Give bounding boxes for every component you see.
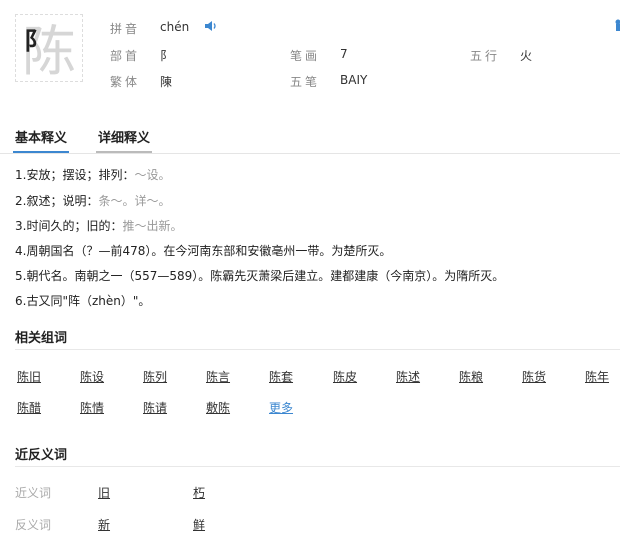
related-word-link[interactable]: 陈设 [80,368,104,385]
synonym-word-link[interactable]: 朽 [193,484,205,501]
related-words-title: 相关组词 [15,331,68,346]
related-word-link[interactable]: 陈醋 [17,399,41,416]
definition-item: 6.古又同"阵（zhèn）"。 [15,292,150,309]
definition-item: 1.安放；摆设；排列：～设。 [15,166,170,183]
pinyin-label: 拼音 [110,22,141,36]
related-word-link[interactable]: 陈请 [143,399,167,416]
tab-detailed-definition[interactable]: 详细释义 [96,127,153,153]
tab-basic-definition[interactable]: 基本释义 [13,127,70,153]
related-word-link[interactable]: 陈年 [585,368,609,385]
antonym-label: 反义词 [15,518,52,532]
more-words-link[interactable]: 更多 [269,399,293,416]
radical-value: 阝 [160,49,173,63]
synonym-label: 近义词 [15,486,52,500]
wuxing-value: 火 [520,49,533,63]
definition-example: 推～出新。 [122,219,183,233]
definition-tabs: 基本释义 详细释义 [0,127,620,154]
radical-label: 部首 [110,49,141,63]
definition-item: 5.朝代名。南朝之一（557—589）。陈霸先灭萧梁后建立。建都建康（今南京）。… [15,267,504,284]
speaker-icon[interactable] [205,21,217,31]
related-word-link[interactable]: 陈旧 [17,368,41,385]
related-word-link[interactable]: 陈述 [396,368,420,385]
definition-text: 2.叙述；说明： [15,194,99,208]
related-word-link[interactable]: 陈情 [80,399,104,416]
wubi-value: BAIY [340,73,368,87]
wuxing-label: 五行 [470,49,501,63]
related-word-link[interactable]: 陈列 [143,368,167,385]
related-word-link[interactable]: 敷陈 [206,399,230,416]
related-word-link[interactable]: 陈货 [522,368,546,385]
definition-item: 4.周朝国名（？—前478）。在今河南东部和安徽亳州一带。为楚所灭。 [15,242,391,259]
related-word-link[interactable]: 陈粮 [459,368,483,385]
definition-text: 1.安放；摆设；排列： [15,168,135,182]
definition-item: 3.时间久的；旧的：推～出新。 [15,217,182,234]
definition-example: ～设。 [134,168,171,182]
definition-text: 4.周朝国名（？—前478）。在今河南东部和安徽亳州一带。为楚所灭。 [15,244,392,258]
definition-text: 6.古又同"阵（zhèn）"。 [15,294,151,308]
related-word-link[interactable]: 陈皮 [333,368,357,385]
divider [15,349,620,350]
character-display: 陈 阝 [15,14,83,82]
radical-mark: 阝 [24,26,48,55]
antonym-word-link[interactable]: 新 [98,516,110,533]
traditional-value: 陳 [160,75,173,89]
antonym-word-link[interactable]: 鲜 [193,516,205,533]
definition-text: 5.朝代名。南朝之一（557—589）。陈霸先灭萧梁后建立。建都建康（今南京）。… [15,269,505,283]
related-word-link[interactable]: 陈言 [206,368,230,385]
definition-item: 2.叙述；说明：条～。详～。 [15,192,170,209]
pinyin-value: chén [160,20,190,34]
related-word-link[interactable]: 陈套 [269,368,293,385]
share-icon[interactable] [612,19,620,31]
wubi-label: 五笔 [290,75,321,89]
synonym-word-link[interactable]: 旧 [98,484,110,501]
strokes-value: 7 [340,47,348,61]
strokes-label: 笔画 [290,49,321,63]
synonyms-title: 近反义词 [15,448,68,463]
traditional-label: 繁体 [110,75,141,89]
definition-text: 3.时间久的；旧的： [15,219,123,233]
divider [15,466,620,467]
definition-example: 条～。详～。 [98,194,171,208]
